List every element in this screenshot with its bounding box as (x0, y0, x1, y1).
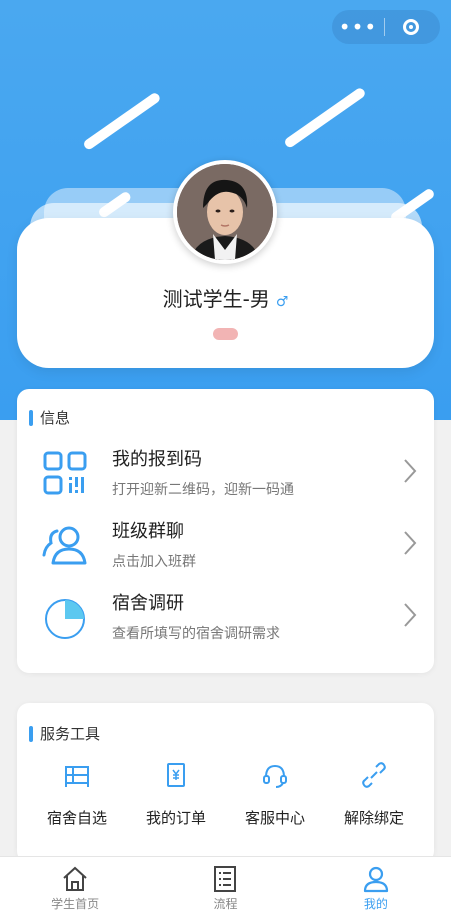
tab-label: 学生首页 (51, 897, 100, 911)
tools-section: 服务工具 宿舍自选 我的订单 客服中心 解除绑定 (17, 703, 434, 863)
order-receipt-icon (167, 763, 185, 787)
headset-icon (263, 764, 287, 788)
decorative-streak (283, 86, 367, 150)
tool-label: 客服中心 (244, 809, 305, 827)
tab-student-home[interactable]: 学生首页 (0, 857, 150, 918)
chevron-right-icon (404, 531, 417, 555)
decorative-streak (82, 91, 162, 152)
tab-mine[interactable]: 我的 (301, 857, 451, 918)
tools-section-title: 服务工具 (40, 725, 101, 743)
list-item-subtitle: 打开迎新二维码，迎新一码通 (112, 482, 294, 498)
pie-chart-icon (45, 599, 85, 639)
more-dots-icon[interactable]: ••• (332, 10, 384, 44)
tool-dorm-select[interactable]: 宿舍自选 (27, 753, 127, 833)
record-circle-icon[interactable] (385, 19, 437, 35)
bottom-tab-bar: 学生首页 流程 我的 (0, 856, 451, 918)
list-item-subtitle: 查看所填写的宿舍调研需求 (112, 626, 280, 642)
list-item-subtitle: 点击加入班群 (112, 554, 196, 570)
list-item-class-group[interactable]: 班级群聊 点击加入班群 (17, 513, 434, 579)
male-symbol-icon: ♂ (275, 294, 289, 310)
home-icon (63, 866, 87, 891)
qr-code-icon (43, 451, 87, 495)
tools-grid: 宿舍自选 我的订单 客服中心 解除绑定 (17, 753, 434, 833)
info-section: 信息 我的报到码 打开迎新二维码，迎新一码通 班级群聊 点击加入班群 宿舍调研 (17, 389, 434, 673)
chevron-right-icon (404, 459, 417, 483)
section-accent-bar (29, 725, 33, 742)
profile-name: 测试学生-男 ♂ (0, 283, 451, 312)
section-accent-bar (29, 409, 33, 426)
section-title: 信息 (29, 407, 70, 428)
list-item-dorm-survey[interactable]: 宿舍调研 查看所填写的宿舍调研需求 (17, 585, 434, 651)
user-icon (363, 866, 388, 893)
list-item-title: 我的报到码 (112, 449, 202, 470)
checklist-icon (214, 866, 237, 892)
tool-my-orders[interactable]: 我的订单 (126, 753, 226, 833)
tab-label: 我的 (363, 897, 388, 911)
tool-label: 解除绑定 (343, 809, 404, 827)
section-title: 服务工具 (29, 723, 100, 744)
avatar[interactable] (173, 160, 277, 264)
tool-label: 宿舍自选 (46, 809, 107, 827)
status-pill (213, 328, 238, 340)
profile-name-text: 测试学生-男 (162, 287, 270, 311)
list-item-checkin-code[interactable]: 我的报到码 打开迎新二维码，迎新一码通 (17, 441, 434, 507)
bed-icon (65, 766, 89, 787)
list-item-title: 宿舍调研 (112, 593, 184, 614)
tool-customer-service[interactable]: 客服中心 (225, 753, 325, 833)
unlink-icon (362, 762, 386, 788)
info-section-title: 信息 (40, 409, 71, 427)
chevron-right-icon (404, 603, 417, 627)
tab-label: 流程 (213, 897, 238, 911)
group-users-icon (42, 526, 87, 565)
list-item-title: 班级群聊 (112, 521, 184, 542)
tool-unbind[interactable]: 解除绑定 (324, 753, 424, 833)
tab-process[interactable]: 流程 (150, 857, 300, 918)
tool-label: 我的订单 (145, 809, 206, 827)
mini-program-capsule: ••• (332, 10, 440, 44)
